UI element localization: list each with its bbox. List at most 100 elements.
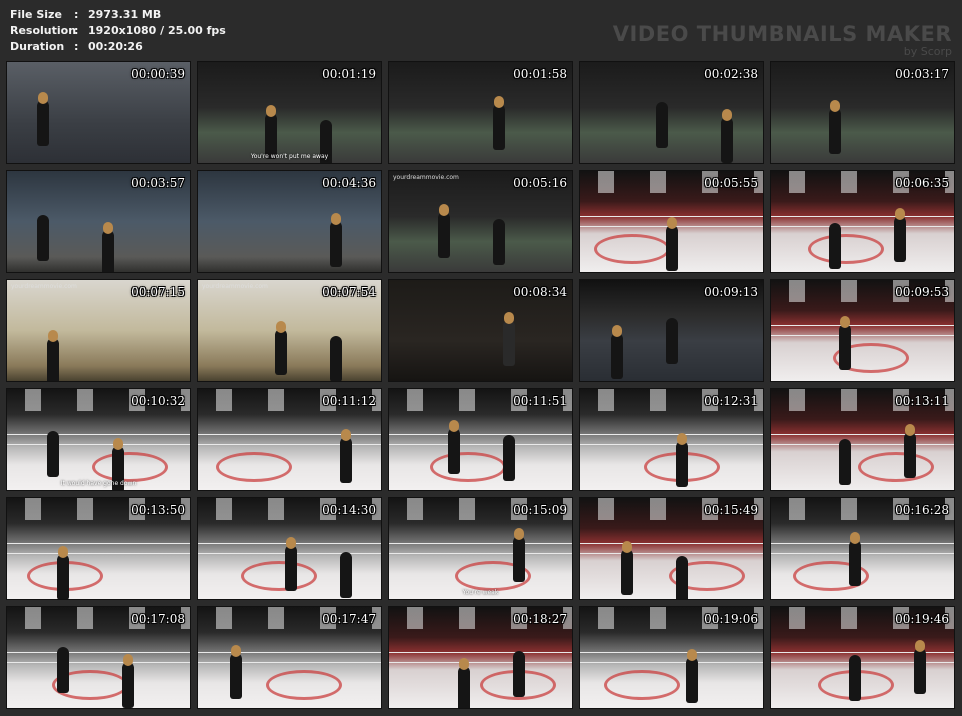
person-figure: [676, 441, 688, 487]
hair: [341, 429, 351, 441]
person-figure: [330, 336, 342, 381]
floor-logo: [216, 452, 292, 482]
hair: [514, 528, 524, 540]
hair: [103, 222, 113, 234]
person-figure: [839, 439, 851, 485]
subtitle-caption: You're weak: [462, 589, 499, 596]
person-figure: [340, 552, 352, 598]
person-figure: [829, 108, 841, 154]
site-watermark: yourdreammovie.com: [202, 283, 268, 290]
hair: [286, 537, 296, 549]
timestamp: 00:06:35: [895, 176, 949, 190]
person-figure: [611, 333, 623, 379]
hair: [459, 658, 469, 670]
person-figure: [656, 102, 668, 148]
video-thumbnail: yourdreammovie.com 00:07:15: [6, 279, 191, 382]
video-thumbnail: 00:05:55: [579, 170, 764, 273]
video-thumbnail: 00:02:38: [579, 61, 764, 164]
person-figure: [493, 104, 505, 150]
person-figure: [448, 428, 460, 474]
timestamp: 00:04:36: [322, 176, 376, 190]
person-figure: [47, 338, 59, 381]
video-thumbnail: 00:03:17: [770, 61, 955, 164]
floor-logo: [266, 670, 342, 700]
hair: [830, 100, 840, 112]
person-figure: [57, 554, 69, 599]
separator: :: [74, 8, 79, 21]
video-thumbnail: 00:06:35: [770, 170, 955, 273]
video-thumbnail: 00:11:51: [388, 388, 573, 491]
timestamp: 00:12:31: [704, 394, 758, 408]
timestamp: 00:19:46: [895, 612, 949, 626]
person-figure: [621, 549, 633, 595]
person-figure: [503, 435, 515, 481]
person-figure: [275, 329, 287, 375]
timestamp: 00:19:06: [704, 612, 758, 626]
video-thumbnail: 00:18:27: [388, 606, 573, 709]
hair: [905, 424, 915, 436]
hair: [58, 546, 68, 558]
timestamp: 00:01:19: [322, 67, 376, 81]
person-figure: [894, 216, 906, 262]
ring-ropes: [389, 429, 572, 451]
timestamp: 00:03:17: [895, 67, 949, 81]
ring-ropes: [7, 538, 190, 560]
timestamp: 00:02:38: [704, 67, 758, 81]
hair: [915, 640, 925, 652]
timestamp: 00:00:39: [131, 67, 185, 81]
hair: [231, 645, 241, 657]
video-thumbnail: 00:16:28: [770, 497, 955, 600]
person-figure: [676, 556, 688, 599]
hair: [113, 438, 123, 450]
ring-ropes: [580, 429, 763, 451]
site-watermark: yourdreammovie.com: [11, 283, 77, 290]
person-figure: [849, 655, 861, 701]
timestamp: 00:10:32: [131, 394, 185, 408]
resolution-row: Resolution : 1920x1080 / 25.00 fps: [10, 23, 226, 39]
video-thumbnail: yourdreammovie.com 00:07:54: [197, 279, 382, 382]
floor-logo: [808, 234, 884, 264]
timestamp: 00:07:15: [131, 285, 185, 299]
hair: [850, 532, 860, 544]
subtitle-caption: It would have gone down: [60, 480, 137, 487]
floor-logo: [604, 670, 680, 700]
video-thumbnail: 00:08:34: [388, 279, 573, 382]
video-thumbnail: 00:19:46: [770, 606, 955, 709]
person-figure: [37, 100, 49, 146]
video-thumbnail: 00:09:53: [770, 279, 955, 382]
hair: [494, 96, 504, 108]
hair: [276, 321, 286, 333]
hair: [840, 316, 850, 328]
person-figure: [829, 223, 841, 269]
hair: [439, 204, 449, 216]
floor-logo: [241, 561, 317, 591]
video-thumbnail: You're won't put me away 00:01:19: [197, 61, 382, 164]
hair: [123, 654, 133, 666]
ring-ropes: [580, 647, 763, 669]
video-thumbnail: 00:00:39: [6, 61, 191, 164]
person-figure: [47, 431, 59, 477]
subtitle-caption: You're won't put me away: [250, 153, 329, 160]
video-thumbnail: You're weak 00:15:09: [388, 497, 573, 600]
file-info-panel: File Size : 2973.31 MB Resolution : 1920…: [10, 7, 226, 55]
person-figure: [666, 318, 678, 364]
person-figure: [513, 651, 525, 697]
watermark-subtitle: by Scorp: [903, 45, 952, 58]
video-thumbnail: 00:14:30: [197, 497, 382, 600]
person-figure: [340, 437, 352, 483]
person-figure: [721, 117, 733, 163]
ring-ropes: [771, 647, 954, 669]
video-thumbnail: 00:03:57: [6, 170, 191, 273]
floor-logo: [92, 452, 168, 482]
site-watermark: yourdreammovie.com: [393, 174, 459, 181]
separator: :: [74, 24, 79, 37]
resolution-value: 1920x1080 / 25.00 fps: [88, 24, 226, 37]
ring-ropes: [7, 647, 190, 669]
hair: [667, 217, 677, 229]
person-figure: [458, 666, 470, 708]
person-figure: [914, 648, 926, 694]
hair: [687, 649, 697, 661]
hair: [504, 312, 514, 324]
file-size-label: File Size: [10, 8, 62, 21]
person-figure: [849, 540, 861, 586]
